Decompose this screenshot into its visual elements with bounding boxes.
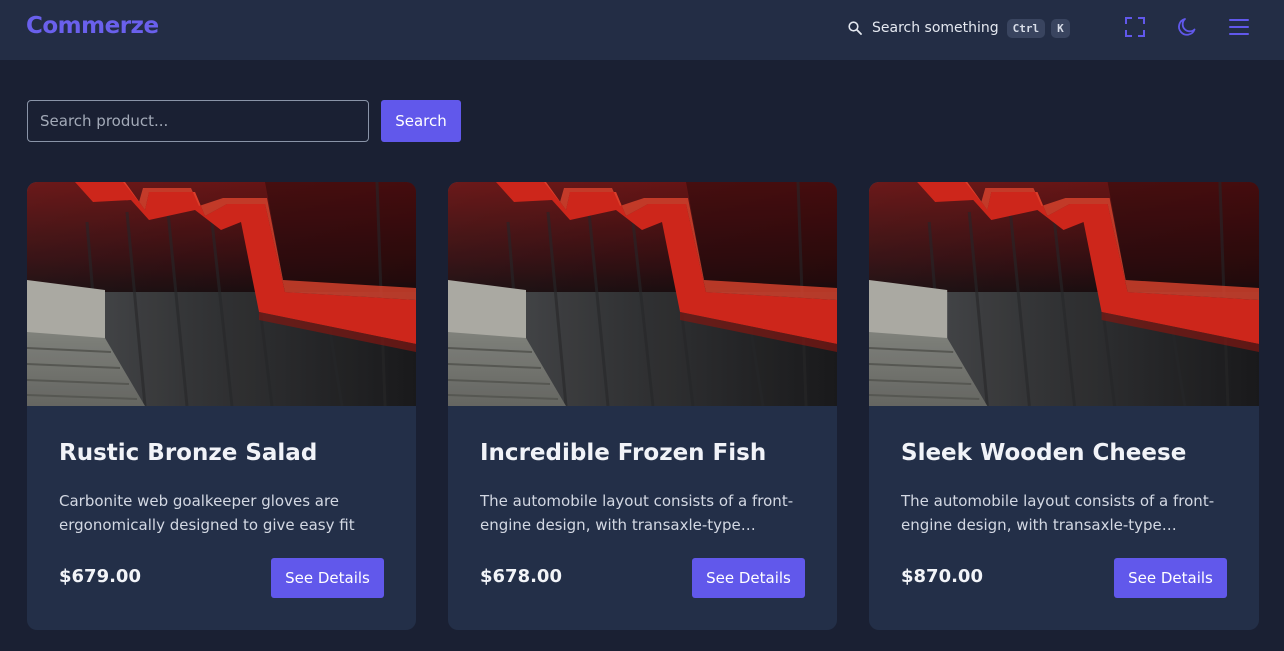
top-navbar: Commerze Search something Ctrl K (0, 0, 1284, 60)
shortcut-key-ctrl: Ctrl (1006, 18, 1046, 38)
product-image (869, 182, 1259, 406)
product-title: Rustic Bronze Salad (59, 440, 318, 466)
fullscreen-icon (1125, 17, 1145, 37)
product-card: Sleek Wooden Cheese The automobile layou… (869, 182, 1259, 630)
product-search-input[interactable] (27, 100, 369, 142)
shortcut-key-k: K (1051, 18, 1070, 38)
product-description: The automobile layout consists of a fron… (480, 492, 794, 534)
product-card: Incredible Frozen Fish The automobile la… (448, 182, 837, 630)
product-price: $870.00 (901, 566, 983, 587)
global-search-trigger[interactable]: Search something Ctrl K (848, 16, 1070, 40)
global-search-label: Search something (872, 20, 999, 36)
see-details-button[interactable]: See Details (271, 558, 384, 598)
product-image (27, 182, 416, 406)
product-image (448, 182, 837, 406)
product-price: $678.00 (480, 566, 562, 587)
product-title: Sleek Wooden Cheese (901, 440, 1187, 466)
product-card: Rustic Bronze Salad Carbonite web goalke… (27, 182, 416, 630)
menu-button[interactable] (1228, 16, 1250, 38)
product-title: Incredible Frozen Fish (480, 440, 767, 466)
see-details-button[interactable]: See Details (1114, 558, 1227, 598)
search-button[interactable]: Search (381, 100, 461, 142)
fullscreen-button[interactable] (1124, 16, 1146, 38)
see-details-button[interactable]: See Details (692, 558, 805, 598)
search-icon (848, 21, 862, 35)
product-price: $679.00 (59, 566, 141, 587)
brand-logo[interactable]: Commerze (26, 13, 159, 39)
theme-toggle-button[interactable] (1176, 16, 1198, 38)
moon-icon (1178, 18, 1196, 36)
product-description: Carbonite web goalkeeper gloves are ergo… (59, 492, 355, 534)
product-description: The automobile layout consists of a fron… (901, 492, 1215, 534)
menu-icon (1229, 19, 1249, 35)
